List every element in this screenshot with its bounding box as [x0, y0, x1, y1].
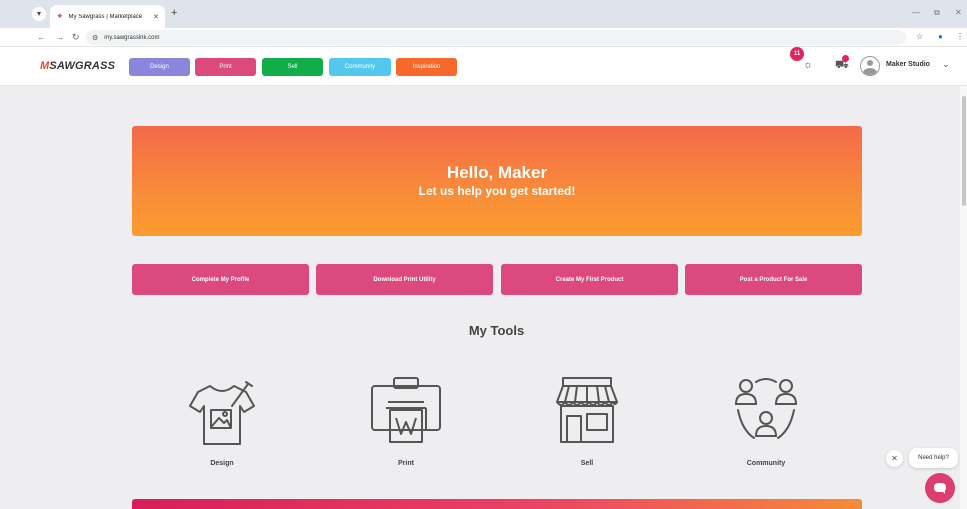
- create-first-product-button[interactable]: Create My First Product: [501, 264, 678, 295]
- cart-badge: [842, 55, 849, 62]
- bookmark-star-icon[interactable]: ☆: [916, 32, 923, 41]
- notification-badge: 11: [790, 47, 804, 61]
- sawgrass-favicon-icon: ✦: [56, 11, 64, 21]
- people-network-icon: [734, 378, 798, 439]
- nav-print-button[interactable]: Print: [195, 58, 256, 76]
- need-help-bubble[interactable]: Need help?: [909, 448, 958, 468]
- storefront-icon: [556, 377, 618, 443]
- avatar[interactable]: [860, 56, 880, 76]
- tool-sell[interactable]: Sell: [527, 372, 647, 467]
- hero-title: Hello, Maker: [446, 163, 548, 182]
- new-tab-icon[interactable]: +: [171, 7, 177, 19]
- tool-label: Design: [210, 460, 234, 467]
- my-tools-heading: My Tools: [468, 323, 525, 338]
- tab-close-icon[interactable]: ✕: [153, 13, 159, 21]
- forward-icon[interactable]: →: [55, 31, 64, 43]
- nav-design-button[interactable]: Design: [129, 58, 190, 76]
- lightbulb-icon[interactable]: ☼: [803, 59, 813, 71]
- download-print-utility-button[interactable]: Download Print Utility: [316, 264, 493, 295]
- nav-inspiration-button[interactable]: Inspiration: [396, 58, 457, 76]
- printer-icon: [371, 377, 441, 443]
- tool-label: Sell: [580, 460, 594, 467]
- tool-community[interactable]: Community: [706, 372, 826, 467]
- scrollbar-thumb[interactable]: [962, 96, 966, 206]
- help-close-icon[interactable]: ✕: [886, 450, 903, 467]
- site-info-icon[interactable]: ⚙: [92, 34, 98, 42]
- promo-banner-top: [132, 499, 862, 509]
- reload-icon[interactable]: ↻: [72, 31, 80, 43]
- browser-toolbar: ← → ↻ ⚙ my.sawgrassink.com ☆ ● ⋮: [0, 28, 967, 47]
- tab-title: My Sawgrass | Marketplace: [68, 13, 143, 20]
- complete-profile-button[interactable]: Complete My Profile: [132, 264, 309, 295]
- tool-design[interactable]: Design: [162, 372, 282, 467]
- site-header: MSAWGRASS Design Print Sell Community In…: [0, 47, 967, 86]
- browser-tab[interactable]: ✦ My Sawgrass | Marketplace ✕: [50, 5, 165, 28]
- close-window-icon[interactable]: ✕: [955, 8, 962, 17]
- browser-tab-strip: ▾ ✦ My Sawgrass | Marketplace ✕ + — ⧉ ✕: [0, 0, 967, 28]
- welcome-hero: Hello, Maker Let us help you get started…: [132, 126, 862, 236]
- chat-icon[interactable]: [925, 473, 955, 503]
- restore-icon[interactable]: ⧉: [934, 8, 940, 18]
- browser-menu-icon[interactable]: ⋮: [956, 32, 964, 41]
- profile-icon[interactable]: ●: [938, 32, 943, 41]
- tool-label: Print: [398, 460, 414, 467]
- hero-subtitle: Let us help you get started!: [418, 184, 576, 198]
- minimize-icon[interactable]: —: [912, 8, 920, 17]
- nav-sell-button[interactable]: Sell: [262, 58, 323, 76]
- post-product-for-sale-button[interactable]: Post a Product For Sale: [685, 264, 862, 295]
- address-bar[interactable]: ⚙ my.sawgrassink.com: [86, 30, 906, 45]
- user-name[interactable]: Maker Studio: [886, 61, 930, 68]
- tshirt-brush-icon: [189, 381, 255, 445]
- nav-community-button[interactable]: Community: [329, 58, 391, 76]
- tool-label: Community: [746, 460, 786, 467]
- url-text: my.sawgrassink.com: [104, 34, 160, 41]
- chevron-down-icon[interactable]: ⌄: [942, 59, 950, 70]
- tool-print[interactable]: Print: [346, 372, 466, 467]
- sawgrass-logo[interactable]: MSAWGRASS: [40, 60, 115, 72]
- tab-search-icon[interactable]: ▾: [32, 7, 46, 21]
- back-icon[interactable]: ←: [37, 31, 46, 43]
